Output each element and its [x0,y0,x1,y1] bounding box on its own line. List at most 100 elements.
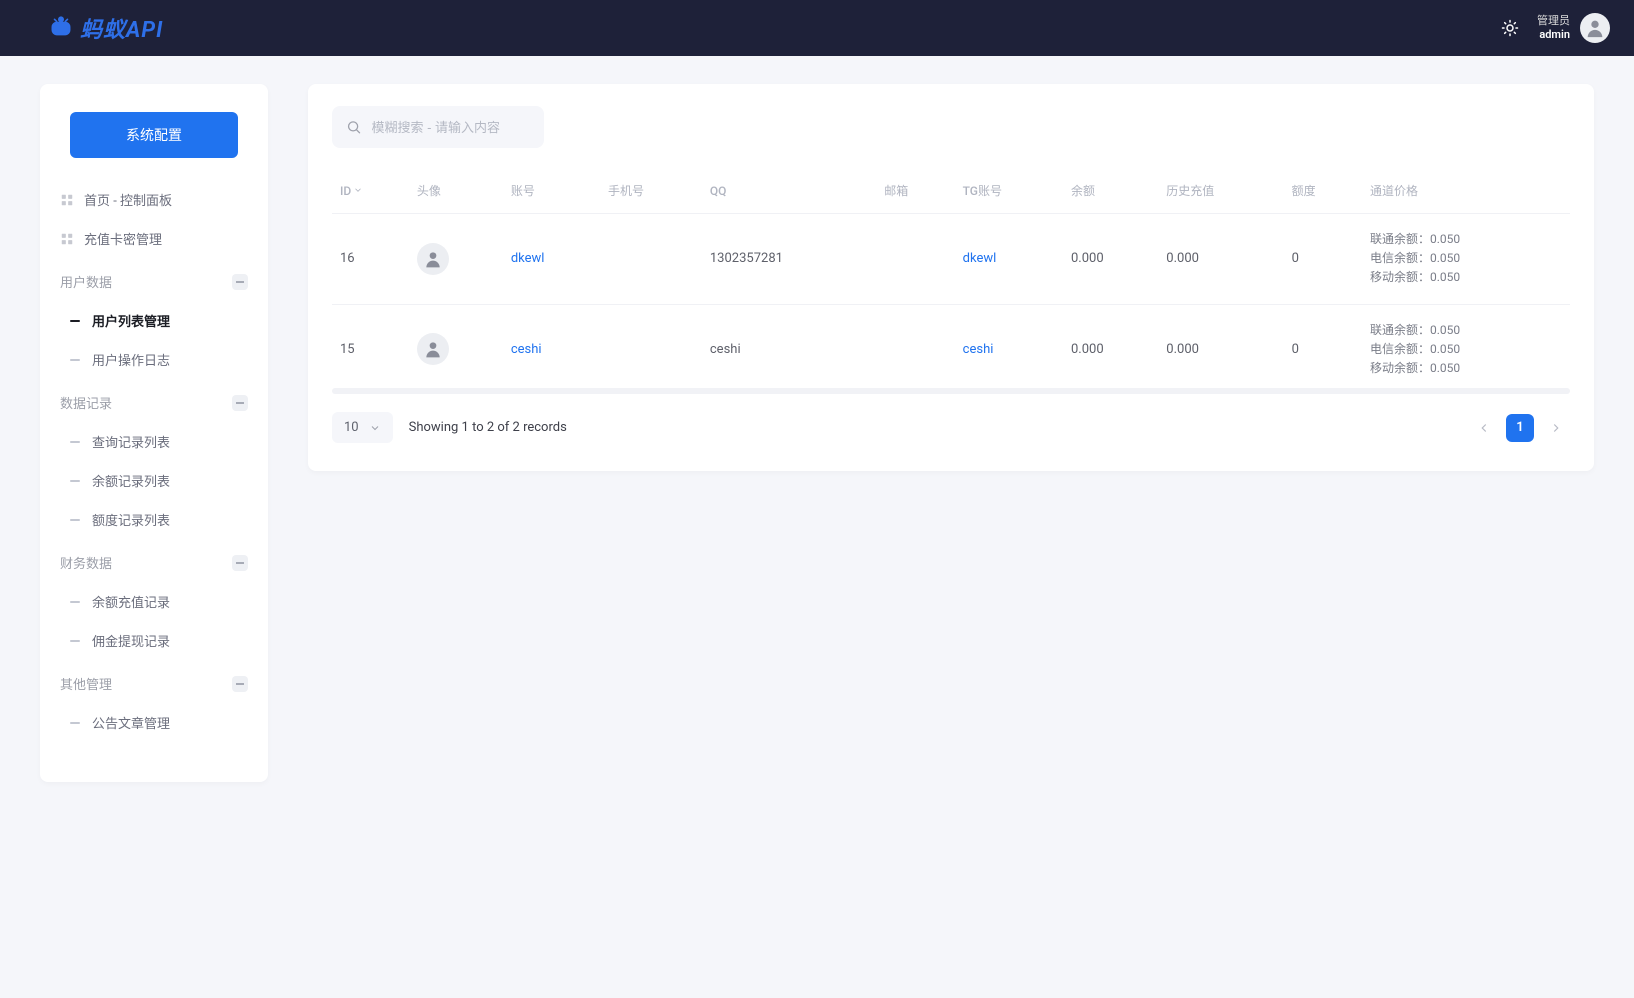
col-account: 账号 [503,170,600,214]
sidebar-group-label: 其他管理 [60,674,112,693]
dash-icon [70,519,80,521]
cell-tg[interactable]: ceshi [955,304,1063,394]
collapse-icon[interactable] [232,274,248,290]
cell-email [876,304,954,394]
next-page-button[interactable] [1542,414,1570,442]
col-id[interactable]: ID [332,170,409,214]
col-qq: QQ [702,170,876,214]
cell-tg[interactable]: dkewl [955,214,1063,305]
sidebar-group-data-records[interactable]: 数据记录 [54,379,254,422]
sidebar-item-label: 额度记录列表 [92,510,170,529]
prev-page-button[interactable] [1470,414,1498,442]
collapse-icon[interactable] [232,395,248,411]
cell-id: 15 [332,304,409,394]
dash-icon [70,601,80,603]
sidebar-item-label: 佣金提现记录 [92,631,170,650]
user-role: 管理员 [1537,14,1570,28]
sidebar-item-card[interactable]: 充值卡密管理 [54,219,254,258]
collapse-icon[interactable] [232,676,248,692]
sidebar-item-balance-records[interactable]: 余额记录列表 [54,461,254,500]
row-avatar [417,243,449,275]
sidebar-group-user-data[interactable]: 用户数据 [54,258,254,301]
chevron-down-icon [369,422,381,434]
col-quota: 额度 [1284,170,1362,214]
sidebar-item-recharge-records[interactable]: 余额充值记录 [54,582,254,621]
header-right: 管理员 admin [1501,13,1610,43]
ant-logo-icon [48,15,74,41]
cell-account[interactable]: ceshi [503,304,600,394]
dash-icon [70,441,80,443]
page-1-button[interactable]: 1 [1506,414,1534,442]
cell-phone [600,214,702,305]
grid-icon [60,232,74,246]
pagination: 1 [1470,414,1570,442]
top-header: 蚂蚁API 管理员 admin [0,0,1634,56]
sidebar-item-label: 余额充值记录 [92,592,170,611]
col-tg: TG账号 [955,170,1063,214]
cell-account[interactable]: dkewl [503,214,600,305]
col-balance: 余额 [1063,170,1158,214]
search-input[interactable] [372,120,531,135]
sidebar-item-withdraw-records[interactable]: 佣金提现记录 [54,621,254,660]
page-size-select[interactable]: 10 [332,412,393,443]
dash-icon [70,320,80,322]
sidebar-group-finance[interactable]: 财务数据 [54,539,254,582]
dash-icon [70,640,80,642]
sidebar-item-label: 用户列表管理 [92,311,170,330]
sidebar-item-query-records[interactable]: 查询记录列表 [54,422,254,461]
avatar [1580,13,1610,43]
table-scroll[interactable]: ID 头像 账号 手机号 QQ 邮箱 TG账号 余额 历史充值 额度 通道价格 [332,170,1570,394]
col-history: 历史充值 [1158,170,1283,214]
cell-balance: 0.000 [1063,214,1158,305]
sidebar-item-article-mgmt[interactable]: 公告文章管理 [54,703,254,742]
sidebar: 系统配置 首页 - 控制面板 充值卡密管理 用户数据 用户列表管理 用户操作日志… [40,84,268,782]
dash-icon [70,722,80,724]
cell-quota: 0 [1284,304,1362,394]
system-config-button[interactable]: 系统配置 [70,112,238,158]
logo-text: 蚂蚁API [80,12,163,44]
search-icon [346,118,362,136]
table-row[interactable]: 15 ceshi ceshi ceshi 0.000 0.000 0 联通余额：… [332,304,1570,394]
user-table: ID 头像 账号 手机号 QQ 邮箱 TG账号 余额 历史充值 额度 通道价格 [332,170,1570,394]
user-name: admin [1537,28,1570,42]
logo[interactable]: 蚂蚁API [48,14,163,42]
collapse-icon[interactable] [232,555,248,571]
theme-toggle-icon[interactable] [1501,19,1519,37]
user-menu[interactable]: 管理员 admin [1537,13,1610,43]
records-text: Showing 1 to 2 of 2 records [409,420,567,435]
cell-history: 0.000 [1158,304,1283,394]
sidebar-item-label: 查询记录列表 [92,432,170,451]
chevron-down-icon [353,185,363,195]
col-email: 邮箱 [876,170,954,214]
sidebar-item-label: 首页 - 控制面板 [84,190,172,209]
cell-email [876,214,954,305]
dash-icon [70,480,80,482]
table-row[interactable]: 16 dkewl 1302357281 dkewl 0.000 0.000 0 … [332,214,1570,305]
search-input-wrap[interactable] [332,106,544,148]
dash-icon [70,359,80,361]
table-footer: 10 Showing 1 to 2 of 2 records 1 [332,412,1570,443]
main-content: ID 头像 账号 手机号 QQ 邮箱 TG账号 余额 历史充值 额度 通道价格 [308,84,1594,471]
sidebar-item-label: 用户操作日志 [92,350,170,369]
cell-history: 0.000 [1158,214,1283,305]
sidebar-group-label: 财务数据 [60,553,112,572]
cell-qq: 1302357281 [702,214,876,305]
sidebar-group-other[interactable]: 其他管理 [54,660,254,703]
sidebar-item-user-logs[interactable]: 用户操作日志 [54,340,254,379]
col-avatar: 头像 [409,170,503,214]
cell-balance: 0.000 [1063,304,1158,394]
cell-prices: 联通余额：0.050电信余额：0.050移动余额：0.050 [1362,304,1570,394]
cell-prices: 联通余额：0.050电信余额：0.050移动余额：0.050 [1362,214,1570,305]
sidebar-item-dashboard[interactable]: 首页 - 控制面板 [54,180,254,219]
grid-icon [60,193,74,207]
sidebar-item-label: 充值卡密管理 [84,229,162,248]
sidebar-item-user-list[interactable]: 用户列表管理 [54,301,254,340]
sidebar-group-label: 用户数据 [60,272,112,291]
cell-qq: ceshi [702,304,876,394]
cell-quota: 0 [1284,214,1362,305]
sidebar-item-label: 公告文章管理 [92,713,170,732]
sidebar-item-label: 余额记录列表 [92,471,170,490]
sidebar-item-quota-records[interactable]: 额度记录列表 [54,500,254,539]
cell-id: 16 [332,214,409,305]
col-prices: 通道价格 [1362,170,1570,214]
